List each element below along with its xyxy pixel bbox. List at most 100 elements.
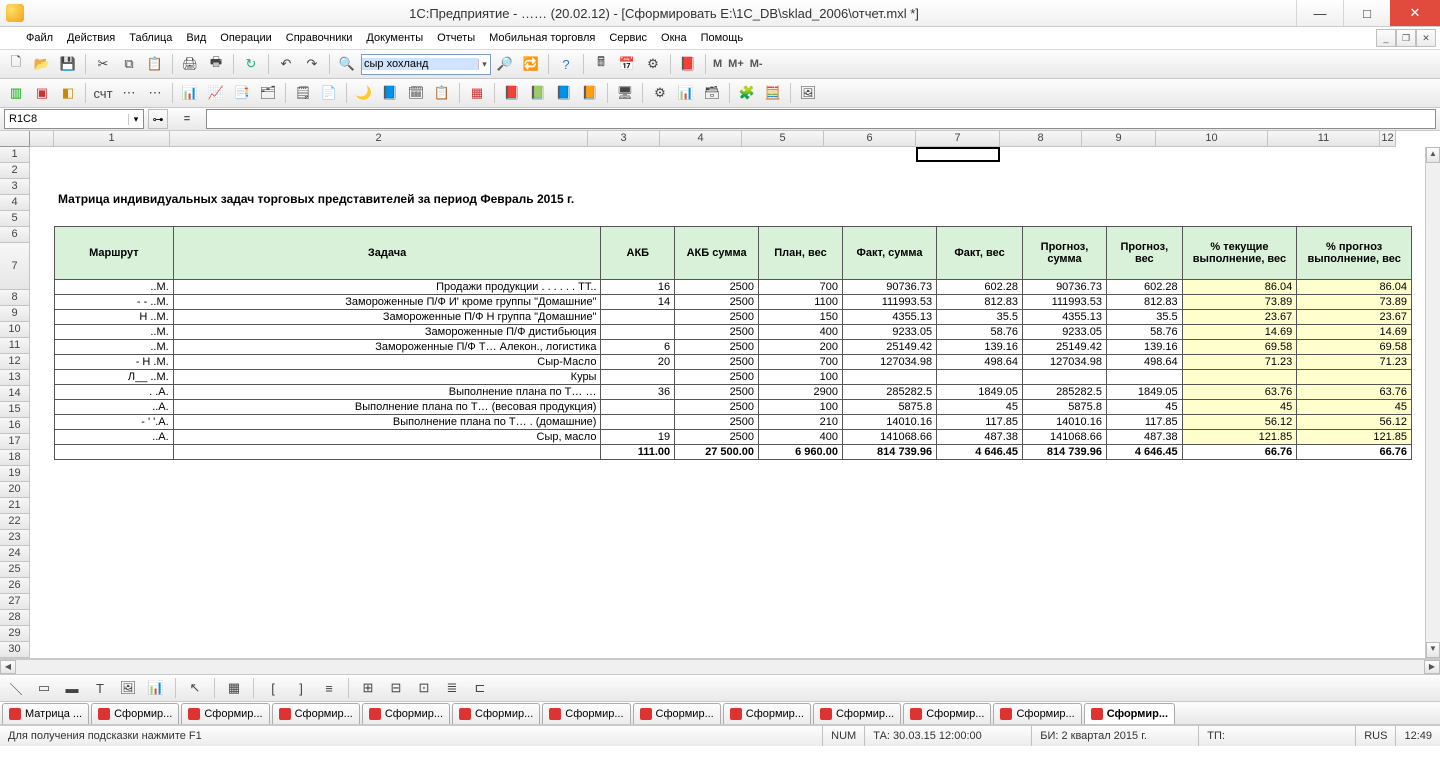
tb2-17-icon[interactable]: ▦ [465, 81, 489, 105]
row-head[interactable]: 19 [0, 466, 30, 482]
column-head[interactable]: 12 [1380, 131, 1396, 147]
row-head[interactable]: 31 [0, 658, 30, 659]
print-icon[interactable]: 🖨 [178, 52, 202, 76]
undo-icon[interactable]: ↶ [274, 52, 298, 76]
menu-table[interactable]: Таблица [123, 30, 178, 46]
name-box-dropdown-icon[interactable]: ▾ [128, 114, 143, 125]
search-box[interactable]: ▾ [361, 54, 491, 75]
column-head[interactable]: 3 [588, 131, 660, 147]
tb2-1-icon[interactable]: ▥ [4, 81, 28, 105]
table-row[interactable]: Л__ ..М.Куры2500100 [55, 370, 1412, 385]
row-head[interactable]: 23 [0, 530, 30, 546]
row-head[interactable]: 14 [0, 386, 30, 402]
row-head[interactable]: 1 [0, 147, 30, 163]
help-icon[interactable]: ? [554, 52, 578, 76]
row-head[interactable]: 11 [0, 338, 30, 354]
mdi-close-button[interactable]: ✕ [1416, 29, 1436, 47]
table-row[interactable]: ..А.Выполнение плана по Т… (весовая прод… [55, 400, 1412, 415]
column-head[interactable]: 1 [54, 131, 170, 147]
memory-mplus[interactable]: M+ [726, 58, 746, 70]
tb2-8-icon[interactable]: 📈 [204, 81, 228, 105]
table-row[interactable]: ..М.Замороженные П/Ф дистибьюция25004009… [55, 325, 1412, 340]
document-tab[interactable]: Сформир... [903, 703, 991, 724]
column-head[interactable] [30, 131, 54, 147]
row-head[interactable]: 10 [0, 322, 30, 338]
pointer-icon[interactable]: ↖ [183, 676, 207, 700]
row-head[interactable]: 25 [0, 562, 30, 578]
mdi-restore-button[interactable]: ❐ [1396, 29, 1416, 47]
column-head[interactable]: 9 [1082, 131, 1156, 147]
new-icon[interactable]: 🗋 [4, 52, 28, 76]
row-head[interactable]: 4 [0, 195, 30, 211]
find-icon[interactable]: 🔍 [335, 52, 359, 76]
memory-m[interactable]: M [711, 58, 724, 70]
rect-icon[interactable]: ▭ [32, 676, 56, 700]
open-icon[interactable]: 📂 [30, 52, 54, 76]
document-tab[interactable]: Сформир... [1084, 703, 1175, 724]
split-h-icon[interactable]: ⊟ [384, 676, 408, 700]
menu-reports[interactable]: Отчеты [431, 30, 481, 46]
column-head[interactable]: 7 [916, 131, 1000, 147]
tb2-24-icon[interactable]: 📊 [674, 81, 698, 105]
document-tab[interactable]: Сформир... [813, 703, 901, 724]
name-box[interactable]: R1C8 ▾ [4, 109, 144, 129]
search-input[interactable] [362, 58, 478, 70]
row-head[interactable]: 29 [0, 626, 30, 642]
tb2-25-icon[interactable]: 🗃 [700, 81, 724, 105]
tb2-27-icon[interactable]: 🧮 [761, 81, 785, 105]
tb2-16-icon[interactable]: 📋 [430, 81, 454, 105]
tb2-22-icon[interactable]: 🖥 [613, 81, 637, 105]
text-icon[interactable]: T [88, 676, 112, 700]
column-head[interactable]: 6 [824, 131, 916, 147]
bracket-l-icon[interactable]: [ [261, 676, 285, 700]
tb2-26-icon[interactable]: 🧩 [735, 81, 759, 105]
row-head[interactable]: 21 [0, 498, 30, 514]
mdi-minimize-button[interactable]: _ [1376, 29, 1396, 47]
chart-icon[interactable]: 📊 [144, 676, 168, 700]
grid-icon[interactable]: ▦ [222, 676, 246, 700]
calendar-icon[interactable]: 📅 [615, 52, 639, 76]
tb2-23-icon[interactable]: ⚙ [648, 81, 672, 105]
print-preview-icon[interactable]: 🖶 [204, 52, 228, 76]
row-head[interactable]: 15 [0, 402, 30, 418]
column-header[interactable]: % текущие выполнение, вес [1182, 227, 1297, 280]
row-head[interactable]: 28 [0, 610, 30, 626]
paste-icon[interactable]: 📋 [143, 52, 167, 76]
tb2-11-icon[interactable]: 🗒 [291, 81, 315, 105]
table-row[interactable]: Н ..М.Замороженные П/Ф Н группа "Домашни… [55, 310, 1412, 325]
tb2-7-icon[interactable]: 📊 [178, 81, 202, 105]
table-row[interactable]: ..А.Сыр, масло192500400141068.66487.3814… [55, 430, 1412, 445]
column-head[interactable]: 4 [660, 131, 742, 147]
align-icon[interactable]: ≣ [440, 676, 464, 700]
column-header[interactable]: Факт, вес [937, 227, 1023, 280]
table-row[interactable]: - Н .М.Сыр-Масло202500700127034.98498.64… [55, 355, 1412, 370]
row-head[interactable]: 27 [0, 594, 30, 610]
minimize-button[interactable]: — [1296, 0, 1343, 26]
document-tab[interactable]: Сформир... [181, 703, 269, 724]
tb2-2-icon[interactable]: ▣ [30, 81, 54, 105]
tb2-4-icon[interactable]: счт [91, 81, 115, 105]
find-next-icon[interactable]: 🔎 [493, 52, 517, 76]
row-head[interactable]: 3 [0, 179, 30, 195]
redo-icon[interactable]: ↷ [300, 52, 324, 76]
column-header[interactable]: Прогноз, сумма [1023, 227, 1107, 280]
tb2-12-icon[interactable]: 📄 [317, 81, 341, 105]
row-head[interactable]: 30 [0, 642, 30, 658]
tb2-3-icon[interactable]: ◧ [56, 81, 80, 105]
column-header[interactable]: Прогноз, вес [1106, 227, 1182, 280]
menu-actions[interactable]: Действия [61, 30, 121, 46]
row-head[interactable]: 7 [0, 243, 30, 290]
tb2-21-icon[interactable]: 📙 [578, 81, 602, 105]
document-tab[interactable]: Сформир... [993, 703, 1081, 724]
copy-icon[interactable]: ⧉ [117, 52, 141, 76]
rect-fill-icon[interactable]: ▬ [60, 676, 84, 700]
bracket-r-icon[interactable]: ] [289, 676, 313, 700]
scroll-down-icon[interactable]: ▼ [1426, 642, 1440, 658]
column-head[interactable]: 10 [1156, 131, 1268, 147]
close-button[interactable]: ✕ [1390, 0, 1440, 26]
horizontal-scrollbar[interactable]: ◀ ▶ [0, 659, 1440, 674]
row-head[interactable]: 13 [0, 370, 30, 386]
column-header[interactable]: АКБ [601, 227, 675, 280]
selected-cell[interactable] [916, 147, 1000, 162]
scroll-left-icon[interactable]: ◀ [0, 660, 16, 674]
